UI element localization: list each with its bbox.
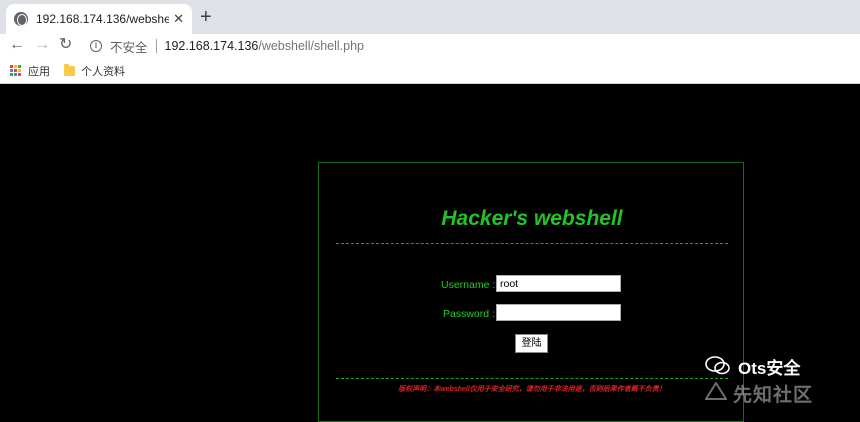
tab-bar: 192.168.174.136/webshell/shell.php ✕ +	[0, 0, 860, 34]
url-path: /webshell/shell.php	[258, 39, 364, 53]
forward-arrow-icon[interactable]: →	[34, 35, 50, 55]
login-panel: Hacker's webshell Username : Password : …	[318, 162, 744, 422]
new-tab-button[interactable]: +	[200, 6, 212, 28]
password-label: Password :	[443, 308, 495, 320]
disclaimer-text: 版权声明：本webshell仅用于安全研究，请勿用于非法用途，否则后果作者概不负…	[398, 386, 666, 393]
address-bar: ← → ↻ i 不安全 192.168.174.136/webshell/she…	[0, 34, 860, 58]
bookmark-folder-profile[interactable]: 个人资料	[81, 63, 125, 79]
browser-tab[interactable]: 192.168.174.136/webshell/shell.php ✕	[6, 4, 192, 34]
watermark-site-name: 先知社区	[733, 385, 814, 406]
wechat-logo-icon	[705, 356, 730, 375]
login-button[interactable]: 登陆	[515, 334, 548, 353]
password-input[interactable]	[496, 304, 621, 321]
tab-title: 192.168.174.136/webshell/shell.php	[36, 12, 170, 26]
url-host: 192.168.174.136	[164, 39, 259, 53]
url-omnibox[interactable]: i 不安全 192.168.174.136/webshell/shell.php	[84, 34, 854, 58]
top-divider	[336, 243, 728, 244]
url-text: 192.168.174.136/webshell/shell.php	[165, 39, 364, 53]
apps-grid-icon[interactable]	[10, 64, 22, 77]
page-title: Hacker's webshell	[441, 207, 623, 230]
security-label: 不安全	[110, 40, 148, 55]
close-tab-icon[interactable]: ✕	[173, 11, 184, 27]
watermark-account-name: Ots安全	[738, 359, 801, 378]
reload-icon[interactable]: ↻	[59, 35, 72, 55]
globe-icon	[14, 12, 28, 26]
bookmark-apps[interactable]: 应用	[28, 63, 50, 79]
bookmarks-bar: 应用 个人资料	[0, 58, 860, 84]
bottom-divider	[336, 378, 728, 379]
divider	[155, 39, 157, 53]
watermark: Ots安全 先知社区	[705, 352, 855, 406]
back-arrow-icon[interactable]: ←	[9, 35, 25, 55]
username-label: Username :	[441, 279, 496, 291]
info-icon[interactable]: i	[90, 40, 102, 52]
folder-icon[interactable]	[64, 63, 75, 76]
username-input[interactable]	[496, 275, 621, 292]
xianzhi-logo-icon	[705, 382, 727, 400]
